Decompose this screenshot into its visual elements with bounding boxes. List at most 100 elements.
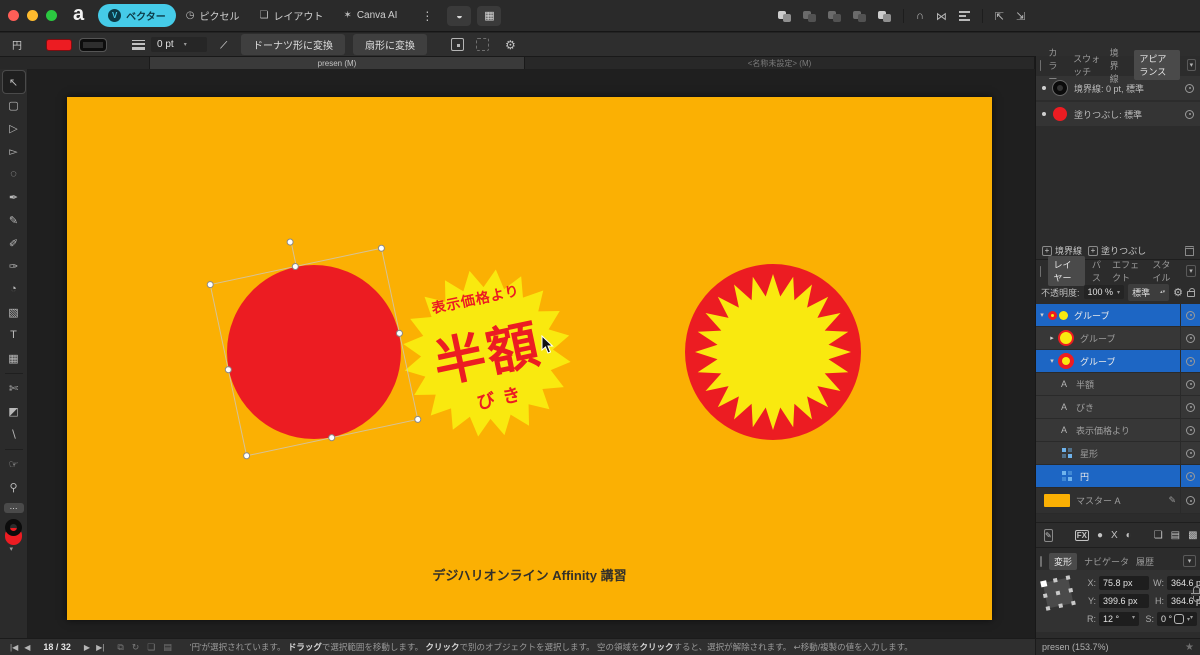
pattern-icon[interactable]: ▩ [1188,530,1197,541]
stroke-swatch-icon[interactable] [5,519,22,536]
studio-presets-button[interactable]: ◒ [447,6,471,26]
visibility-cell[interactable] [1180,396,1200,418]
adjustment-icon[interactable]: X [1111,530,1118,541]
tab-transform[interactable]: 変形 [1049,553,1077,570]
layer-row-master[interactable]: マスター A ✎ [1036,488,1200,514]
vector-brush-tool[interactable]: ✐ [3,232,25,254]
artboard-footer-text[interactable]: デジハリオンライン Affinity 講習 [67,565,992,584]
pen-tool[interactable]: ✒ [3,186,25,208]
visibility-cell[interactable] [1180,304,1200,326]
resize-handle[interactable] [328,434,336,442]
visibility-cell[interactable] [1180,327,1200,349]
minimize-window-button[interactable] [27,10,38,21]
tab-paths[interactable]: パス [1092,258,1105,284]
edit-master-icon[interactable]: ✎ [1168,495,1180,506]
document-tab-untitled[interactable]: <名称未設定> (M) [525,57,1035,69]
insert-on-top-icon[interactable]: ⇲ [1016,10,1025,23]
selection-brush-tool[interactable]: ◌ [3,163,25,185]
visibility-cell[interactable] [1180,488,1200,513]
resize-handle[interactable] [224,366,232,374]
sync-icon[interactable]: ↻ [132,642,140,653]
boolean-intersect-icon[interactable] [828,11,841,22]
tab-styles[interactable]: スタイル [1152,258,1179,284]
tab-stroke[interactable]: 境界線 [1110,46,1128,85]
frame-text-tool[interactable]: T [3,324,25,346]
starburst-badge-blank[interactable] [685,264,861,440]
appearance-row-fill[interactable]: 塗りつぶし: 標準 [1036,102,1200,126]
resize-handle[interactable] [242,452,250,460]
fill-tool[interactable]: ◩ [3,400,25,422]
group-layers-icon[interactable]: ▤ [1171,530,1180,541]
fx-icon[interactable]: FX [1075,530,1089,541]
panel-grip[interactable] [1040,60,1041,71]
y-input[interactable]: 399.6 px [1099,594,1149,608]
visibility-cell[interactable] [1180,419,1200,441]
snapping-icon[interactable]: ∩ [916,10,924,22]
link-dimensions-icon[interactable] [1193,586,1200,602]
picture-frame-tool[interactable]: ▦ [3,347,25,369]
tab-appearance[interactable]: アピアランス [1134,50,1179,80]
pages-icon[interactable]: ❏ [147,642,155,653]
layer-row-text[interactable]: A 半額 [1036,373,1200,396]
starburst-shape[interactable] [685,264,861,440]
vector-crop-tool[interactable]: ▧ [3,301,25,323]
star-icon[interactable]: ★ [1185,642,1194,653]
knife-tool[interactable]: ✄ [3,377,25,399]
blend-options-icon[interactable]: ◐ [1126,530,1132,541]
move-tool[interactable]: ↖ [3,71,25,93]
edit-all-layers-icon[interactable]: ✎ [1044,529,1053,542]
x-input[interactable]: 75.8 px [1099,576,1149,590]
boolean-subtract-icon[interactable] [803,11,816,22]
resize-handle[interactable] [377,244,385,252]
persona-tab-canva-ai[interactable]: ✶ Canva AI [333,6,407,25]
convert-to-pie-button[interactable]: 扇形に変換 [353,34,427,55]
persona-tab-vector[interactable]: V ベクター [98,4,176,27]
insertion-target-icon[interactable] [451,38,464,51]
convert-to-donut-button[interactable]: ドーナツ形に変換 [241,34,345,55]
insert-behind-icon[interactable]: ⇱ [995,10,1004,23]
boolean-add-icon[interactable] [778,11,791,22]
visibility-cell[interactable] [1180,350,1200,372]
layer-row-group[interactable]: ▸ グループ [1036,327,1200,350]
chevron-down-icon[interactable]: ▾ [1046,357,1058,365]
color-picker-tool[interactable]: ∖ [3,423,25,445]
resize-handle[interactable] [206,280,214,288]
visibility-icon[interactable] [1185,84,1194,93]
snap-options-icon[interactable] [476,38,489,51]
artboard[interactable]: 表示価格より 半額 びき デジハリオンライン Affinity 講習 [67,97,992,620]
notes-icon[interactable]: ▤ [163,642,172,653]
chevron-down-icon[interactable]: ▾ [1036,311,1048,319]
anchor-point-selector[interactable] [1043,578,1074,609]
zoom-window-button[interactable] [46,10,57,21]
layer-row-text[interactable]: A びき [1036,396,1200,419]
stroke-swatch-icon[interactable] [1053,81,1067,95]
panel-grip[interactable] [1040,266,1041,277]
canvas[interactable]: 表示価格より 半額 びき デジハリオンライン Affinity 講習 [28,69,1035,638]
gear-icon[interactable]: ⚙ [1173,286,1183,299]
document-tab-presen[interactable]: presen (M) [150,57,525,69]
fill-swatch-icon[interactable] [1053,107,1067,121]
selection-bounding-box[interactable] [210,248,419,457]
last-page-button[interactable]: ▶| [96,643,104,652]
chevron-right-icon[interactable]: ▸ [1046,334,1058,342]
layer-row-shape[interactable]: 円 [1036,465,1200,488]
stroke-width-input[interactable]: 0 pt ▾ [151,37,207,52]
panel-menu-icon[interactable]: ▾ [1186,265,1196,277]
trash-icon[interactable] [1185,246,1194,256]
add-fill-button[interactable]: +塗りつぶし [1088,244,1146,257]
tab-history[interactable]: 履歴 [1136,555,1154,568]
node-tool[interactable]: ▷ [3,117,25,139]
persona-tab-pixel[interactable]: ◷ ピクセル [176,4,250,27]
close-window-button[interactable] [8,10,19,21]
artboard-tool[interactable]: ▢ [3,94,25,116]
more-personas-icon[interactable]: ⋮ [421,9,433,23]
view-tool[interactable]: ☞ [3,453,25,475]
fill-color-swatch[interactable] [46,39,72,51]
tab-swatches[interactable]: スウォッチ [1073,52,1103,78]
gear-icon[interactable]: ⚙ [505,38,516,52]
more-tools-button[interactable]: ⋯ [4,503,24,513]
price-badge-group[interactable]: 表示価格より 半額 びき [386,252,588,454]
visibility-cell[interactable] [1180,442,1200,464]
duplicate-layer-icon[interactable]: ❏ [1154,530,1163,541]
visibility-cell[interactable] [1180,465,1200,487]
